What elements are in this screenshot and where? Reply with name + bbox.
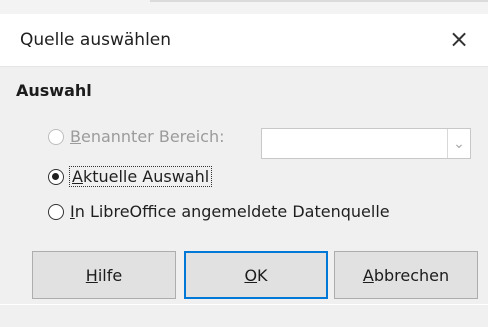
radio-button[interactable] [48,203,64,220]
section-title: Auswahl [16,81,92,100]
cancel-button[interactable]: Abbrechen [334,251,478,299]
ok-button[interactable]: OK [184,251,328,299]
close-icon[interactable]: × [444,24,474,54]
dialog-content: Auswahl Benannter Bereich: ⌄ Aktuelle Au… [0,67,488,304]
radio-label: Aktuelle Auswahl [68,166,213,187]
help-button-label: Hilfe [85,265,123,285]
background-window-bottom [0,305,488,327]
radio-registered-datasource[interactable]: In LibreOffice angemeldete Datenquelle [48,202,390,221]
radio-button[interactable] [48,128,64,145]
dialog-title: Quelle auswählen [20,30,172,50]
radio-named-range[interactable]: Benannter Bereich: [48,127,225,146]
cancel-button-label: Abbrechen [362,265,450,285]
radio-current-selection[interactable]: Aktuelle Auswahl [48,166,213,187]
named-range-dropdown[interactable]: ⌄ [261,128,471,159]
radio-label: In LibreOffice angemeldete Datenquelle [70,202,390,221]
radio-label: Benannter Bereich: [70,127,225,146]
select-source-dialog: Quelle auswählen × Auswahl Benannter Ber… [0,14,488,304]
help-button[interactable]: Hilfe [32,251,176,299]
radio-button[interactable] [48,168,64,185]
background-window-strip [150,0,488,8]
ok-button-label: OK [244,265,268,285]
dialog-titlebar: Quelle auswählen × [0,14,488,67]
chevron-down-icon[interactable]: ⌄ [447,129,470,158]
